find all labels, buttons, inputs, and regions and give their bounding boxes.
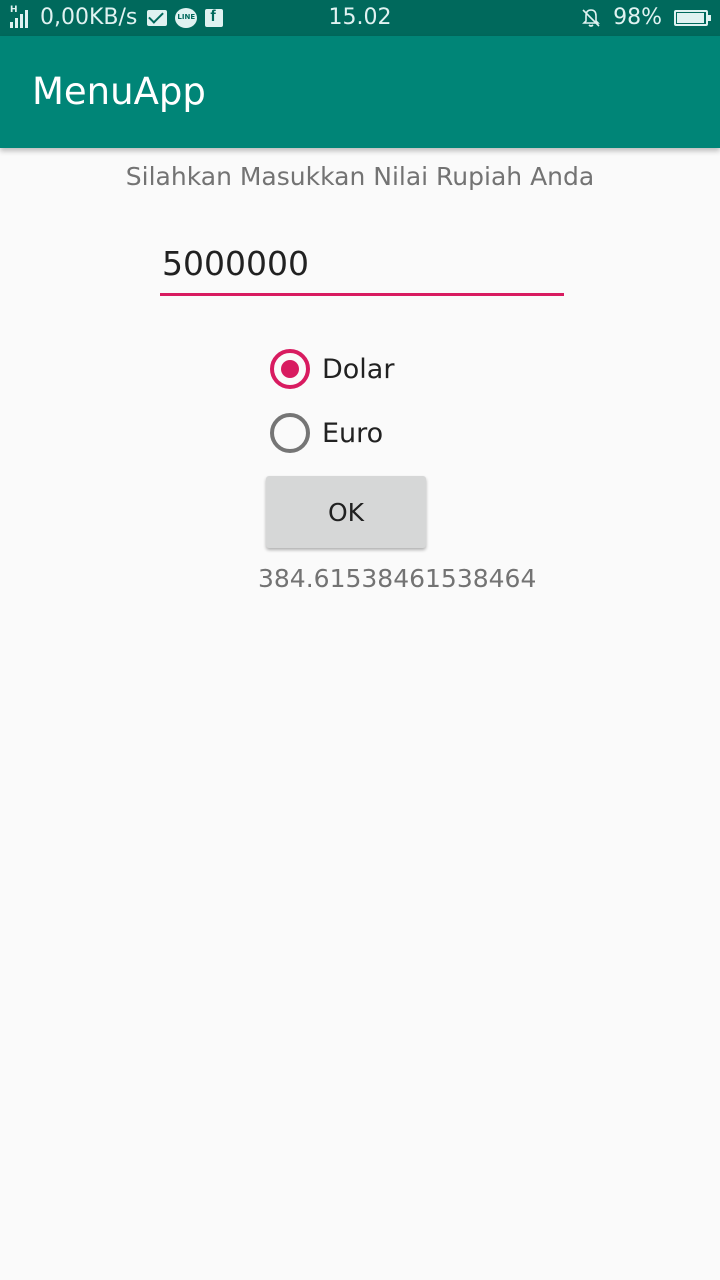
ok-button[interactable]: OK [266, 476, 426, 548]
battery-percent: 98% [613, 5, 662, 30]
radio-button-unchecked[interactable] [270, 413, 310, 453]
radio-label-dolar[interactable]: Dolar [322, 354, 394, 385]
radio-label-euro[interactable]: Euro [322, 418, 383, 449]
radio-button-checked[interactable] [270, 349, 310, 389]
rupiah-input[interactable] [160, 240, 564, 296]
radio-dolar[interactable]: Dolar [270, 349, 394, 389]
battery-level [677, 12, 705, 23]
battery-icon [674, 9, 711, 26]
prompt-label: Silahkan Masukkan Nilai Rupiah Anda [125, 162, 595, 191]
app-bar: MenuApp [0, 36, 720, 148]
status-bar: H 0,00KB/s LINE f 15.02 98% [0, 0, 720, 36]
bell-off-icon [582, 8, 601, 27]
app-title: MenuApp [32, 70, 206, 113]
status-right: 98% [581, 5, 711, 30]
conversion-result: 384.61538461538464 [258, 564, 537, 593]
radio-euro[interactable]: Euro [270, 413, 383, 453]
